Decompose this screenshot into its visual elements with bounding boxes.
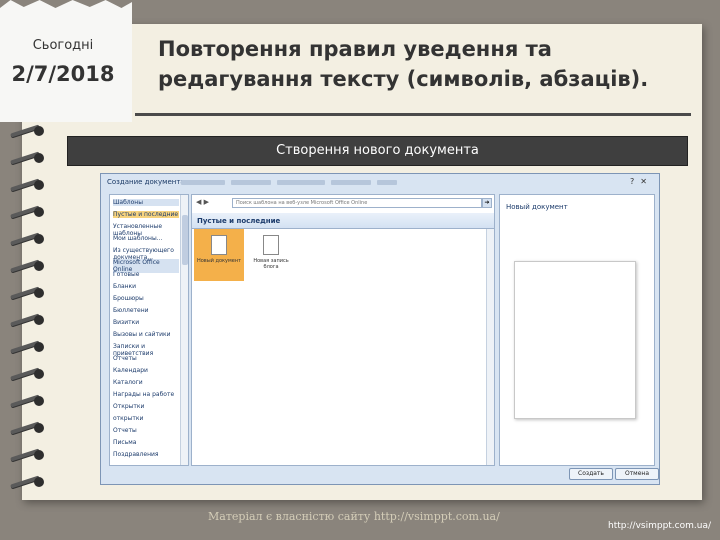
dialog-menu-blur — [231, 180, 271, 185]
nav-item[interactable]: Визитки — [113, 319, 179, 326]
tile-label: Новый документ — [196, 258, 242, 264]
site-link[interactable]: http://vsimppt.com.ua/ — [608, 521, 711, 531]
spiral-ring — [8, 417, 48, 439]
cancel-button[interactable]: Отмена — [615, 468, 659, 480]
ring-hole — [34, 207, 44, 217]
spiral-ring — [8, 471, 48, 493]
ring-hole — [34, 423, 44, 433]
preview-title: Новый документ — [506, 203, 568, 211]
dialog-menu-blur — [277, 180, 325, 185]
ring-hole — [34, 288, 44, 298]
blog-document-icon — [263, 235, 279, 255]
spiral-ring — [8, 282, 48, 304]
nav-item[interactable]: Шаблоны — [113, 199, 179, 206]
template-group-heading: Пустые и последние — [192, 213, 494, 229]
nav-item[interactable]: Каталоги — [113, 379, 179, 386]
ring-hole — [34, 315, 44, 325]
ring-hole — [34, 450, 44, 460]
slide-title: Повторення правил уведення та редагуванн… — [158, 37, 649, 91]
spiral-ring — [8, 444, 48, 466]
nav-item[interactable]: Поздравления — [113, 451, 179, 458]
nav-item[interactable]: Награды на работе — [113, 391, 179, 398]
spiral-ring — [8, 255, 48, 277]
nav-item[interactable]: Бюллетени — [113, 307, 179, 314]
dialog-title: Создание документа — [107, 178, 185, 186]
ring-hole — [34, 153, 44, 163]
dialog-menu-blur — [181, 180, 225, 185]
notebook-spiral — [8, 120, 48, 500]
title-divider — [135, 113, 691, 116]
spiral-ring — [8, 201, 48, 223]
create-button[interactable]: Создать — [569, 468, 613, 480]
nav-item[interactable]: Вызовы и сайтики — [113, 331, 179, 338]
spiral-ring — [8, 174, 48, 196]
ring-hole — [34, 234, 44, 244]
spiral-ring — [8, 390, 48, 412]
back-forward-icons[interactable]: ◀ ▶ — [196, 198, 209, 206]
nav-item[interactable]: открытки — [113, 415, 179, 422]
ring-hole — [34, 180, 44, 190]
nav-item[interactable]: Готовые — [113, 271, 179, 278]
dialog-menu-blur — [377, 180, 397, 185]
nav-scroll-thumb[interactable] — [182, 215, 188, 265]
list-scrollbar[interactable] — [486, 229, 494, 465]
preview-page — [514, 261, 636, 419]
nav-item[interactable]: Календари — [113, 367, 179, 374]
spiral-ring — [8, 309, 48, 331]
nav-item[interactable]: Отчеты — [113, 427, 179, 434]
date-value: 2/7/2018 — [11, 62, 115, 86]
tile-new-document[interactable]: Новый документ — [194, 229, 244, 281]
ring-hole — [34, 396, 44, 406]
spiral-ring — [8, 120, 48, 142]
tile-new-blog-post[interactable]: Новая запись блога — [246, 229, 296, 281]
spiral-ring — [8, 336, 48, 358]
nav-scrollbar[interactable] — [180, 195, 188, 465]
dialog-menu-blur — [331, 180, 371, 185]
search-arrow-icon[interactable]: ➔ — [482, 198, 492, 208]
nav-item[interactable]: Брошюры — [113, 295, 179, 302]
ring-hole — [34, 261, 44, 271]
nav-item[interactable]: Пустые и последние — [113, 211, 179, 218]
new-document-dialog-screenshot: Создание документа ?✕ Шаблоны Пустые и по… — [100, 173, 660, 485]
ring-hole — [34, 342, 44, 352]
dialog-window-controls[interactable]: ?✕ — [630, 177, 653, 186]
footer-watermark: Матеріал є власністю сайту http://vsimpp… — [208, 510, 500, 523]
spiral-ring — [8, 363, 48, 385]
date-label: Сьогодні — [32, 38, 94, 53]
nav-item[interactable]: Открытки — [113, 403, 179, 410]
nav-item[interactable]: Бланки — [113, 283, 179, 290]
section-heading: Створення нового документа — [276, 143, 479, 158]
nav-item[interactable]: Мои шаблоны... — [113, 235, 179, 242]
ring-hole — [34, 477, 44, 487]
spiral-ring — [8, 147, 48, 169]
nav-item[interactable]: Отчеты — [113, 355, 179, 362]
date-sticky-note: Сьогодні 2/7/2018 — [0, 0, 132, 122]
nav-item[interactable]: Письма — [113, 439, 179, 446]
template-search-input[interactable]: Поиск шаблона на веб-узле Microsoft Offi… — [232, 198, 482, 208]
ring-hole — [34, 369, 44, 379]
section-heading-bar: Створення нового документа — [67, 136, 688, 166]
preview-pane: Новый документ — [499, 194, 655, 466]
templates-nav-pane[interactable]: Шаблоны Пустые и последние Установленные ш… — [109, 194, 189, 466]
templates-list-pane: ◀ ▶ Поиск шаблона на веб-узле Microsoft … — [191, 194, 495, 466]
blank-document-icon — [211, 235, 227, 255]
tile-label: Новая запись блога — [253, 258, 289, 270]
spiral-ring — [8, 228, 48, 250]
ring-hole — [34, 126, 44, 136]
